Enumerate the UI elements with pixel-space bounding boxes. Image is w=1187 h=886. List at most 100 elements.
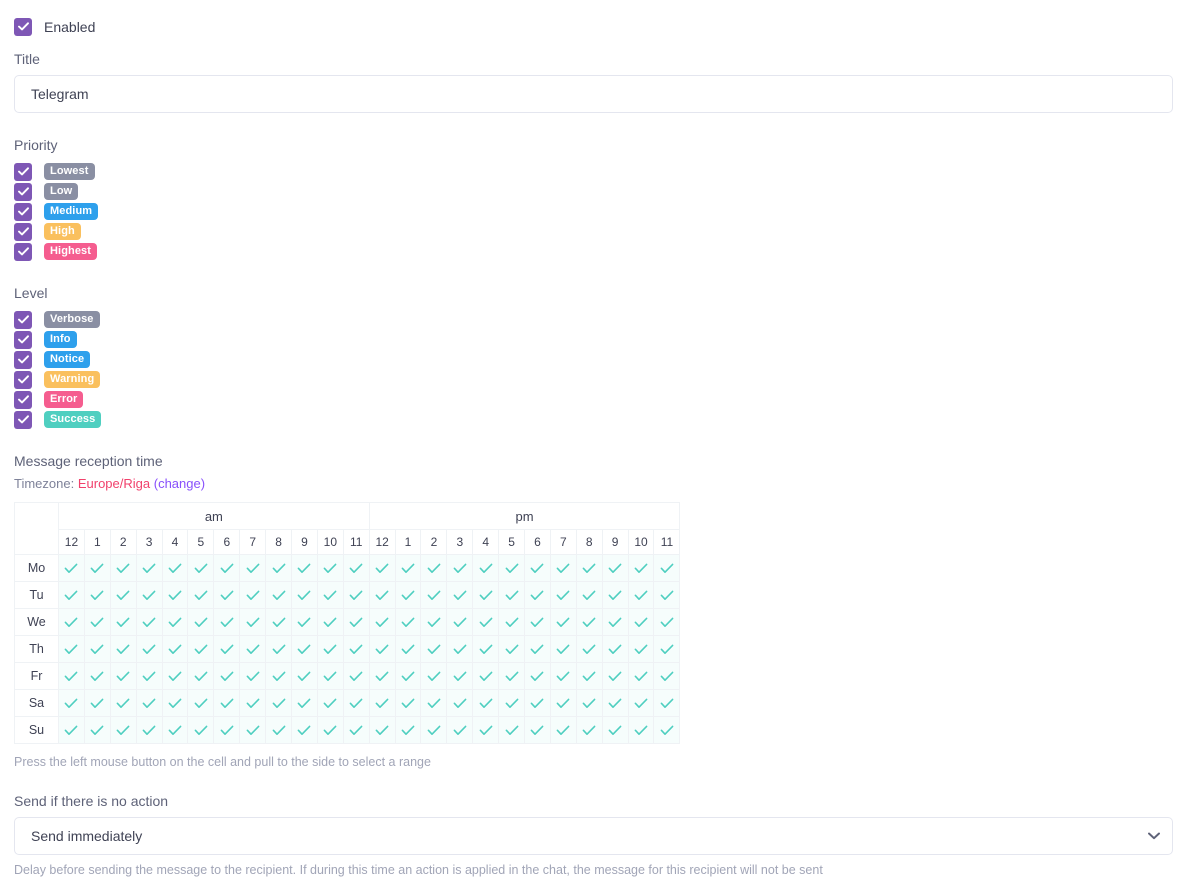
schedule-cell[interactable] (394, 662, 422, 690)
enabled-checkbox[interactable] (14, 17, 32, 36)
schedule-cell[interactable] (213, 689, 241, 717)
schedule-cell[interactable] (291, 662, 318, 690)
schedule-cell[interactable] (83, 635, 111, 663)
schedule-cell[interactable] (368, 554, 396, 582)
schedule-cell[interactable] (498, 689, 526, 717)
schedule-cell[interactable] (83, 608, 111, 636)
schedule-cell[interactable] (265, 608, 293, 636)
schedule-cell[interactable] (627, 662, 655, 690)
schedule-cell[interactable] (342, 662, 370, 690)
schedule-cell[interactable] (161, 716, 189, 744)
schedule-cell[interactable] (627, 635, 655, 663)
schedule-cell[interactable] (161, 689, 189, 717)
schedule-cell[interactable] (472, 662, 500, 690)
schedule-cell[interactable] (213, 716, 241, 744)
schedule-cell[interactable] (446, 581, 474, 609)
level-checkbox-info[interactable] (14, 330, 32, 349)
schedule-cell[interactable] (58, 689, 85, 717)
level-checkbox-success[interactable] (14, 410, 32, 429)
schedule-cell[interactable] (549, 554, 577, 582)
schedule-cell[interactable] (575, 581, 603, 609)
schedule-cell[interactable] (627, 554, 655, 582)
schedule-cell[interactable] (368, 662, 396, 690)
schedule-cell[interactable] (316, 689, 344, 717)
schedule-cell[interactable] (109, 608, 137, 636)
schedule-cell[interactable] (265, 635, 293, 663)
schedule-cell[interactable] (498, 608, 526, 636)
schedule-cell[interactable] (472, 716, 500, 744)
schedule-cell[interactable] (239, 554, 267, 582)
schedule-cell[interactable] (213, 608, 241, 636)
schedule-cell[interactable] (575, 716, 603, 744)
schedule-cell[interactable] (316, 581, 344, 609)
schedule-cell[interactable] (524, 716, 551, 744)
schedule-cell[interactable] (394, 554, 422, 582)
schedule-cell[interactable] (265, 662, 293, 690)
schedule-cell[interactable] (265, 581, 293, 609)
schedule-cell[interactable] (135, 689, 163, 717)
schedule-cell[interactable] (472, 554, 500, 582)
schedule-cell[interactable] (601, 554, 629, 582)
schedule-cell[interactable] (161, 581, 189, 609)
schedule-cell[interactable] (239, 716, 267, 744)
schedule-cell[interactable] (549, 581, 577, 609)
schedule-cell[interactable] (291, 581, 318, 609)
schedule-cell[interactable] (83, 554, 111, 582)
schedule-cell[interactable] (135, 554, 163, 582)
schedule-cell[interactable] (187, 581, 215, 609)
level-checkbox-verbose[interactable] (14, 310, 32, 329)
schedule-cell[interactable] (420, 581, 448, 609)
schedule-cell[interactable] (239, 608, 267, 636)
schedule-cell[interactable] (472, 689, 500, 717)
schedule-cell[interactable] (420, 689, 448, 717)
schedule-cell[interactable] (291, 689, 318, 717)
schedule-cell[interactable] (498, 635, 526, 663)
schedule-cell[interactable] (653, 581, 681, 609)
schedule-cell[interactable] (213, 662, 241, 690)
schedule-cell[interactable] (575, 608, 603, 636)
schedule-cell[interactable] (239, 689, 267, 717)
schedule-cell[interactable] (446, 716, 474, 744)
schedule-cell[interactable] (627, 716, 655, 744)
schedule-cell[interactable] (446, 689, 474, 717)
schedule-cell[interactable] (135, 662, 163, 690)
schedule-cell[interactable] (627, 689, 655, 717)
schedule-cell[interactable] (524, 608, 551, 636)
title-input[interactable] (14, 75, 1173, 113)
no-action-select[interactable]: Send immediately (14, 817, 1173, 855)
schedule-cell[interactable] (368, 689, 396, 717)
schedule-cell[interactable] (601, 581, 629, 609)
schedule-cell[interactable] (239, 581, 267, 609)
schedule-cell[interactable] (498, 581, 526, 609)
schedule-cell[interactable] (653, 608, 681, 636)
priority-checkbox-low[interactable] (14, 182, 32, 201)
schedule-cell[interactable] (627, 608, 655, 636)
schedule-cell[interactable] (187, 689, 215, 717)
schedule-cell[interactable] (291, 608, 318, 636)
schedule-cell[interactable] (265, 554, 293, 582)
schedule-cell[interactable] (549, 635, 577, 663)
schedule-cell[interactable] (161, 635, 189, 663)
schedule-cell[interactable] (420, 554, 448, 582)
schedule-cell[interactable] (316, 635, 344, 663)
schedule-cell[interactable] (109, 635, 137, 663)
schedule-table[interactable]: am pm 12 1 2 3 4 5 6 7 8 9 10 11 12 1 2 3 4 5 6 7 8 9 10 11 Mo T… (14, 502, 681, 744)
schedule-cell[interactable] (601, 689, 629, 717)
schedule-cell[interactable] (368, 581, 396, 609)
schedule-cell[interactable] (83, 689, 111, 717)
schedule-cell[interactable] (239, 662, 267, 690)
priority-checkbox-highest[interactable] (14, 242, 32, 261)
schedule-cell[interactable] (524, 689, 551, 717)
schedule-cell[interactable] (342, 581, 370, 609)
schedule-cell[interactable] (58, 635, 85, 663)
schedule-cell[interactable] (213, 554, 241, 582)
schedule-cell[interactable] (394, 716, 422, 744)
schedule-cell[interactable] (549, 716, 577, 744)
schedule-cell[interactable] (291, 716, 318, 744)
schedule-cell[interactable] (420, 608, 448, 636)
schedule-cell[interactable] (109, 716, 137, 744)
schedule-cell[interactable] (498, 716, 526, 744)
schedule-cell[interactable] (549, 689, 577, 717)
schedule-cell[interactable] (265, 689, 293, 717)
schedule-cell[interactable] (342, 689, 370, 717)
